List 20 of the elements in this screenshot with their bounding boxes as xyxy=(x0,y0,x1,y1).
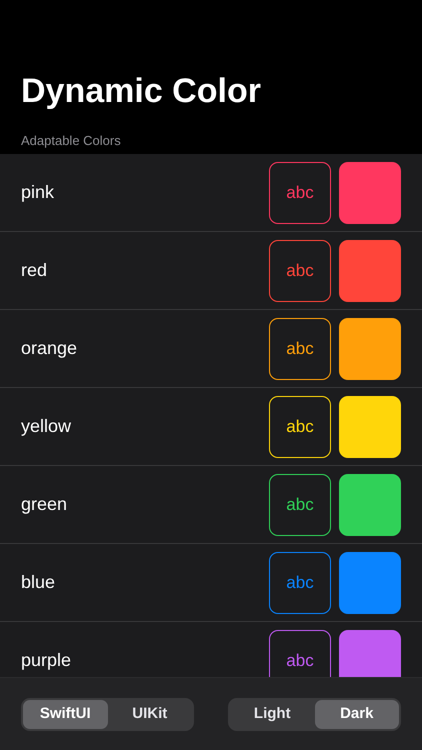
color-name: green xyxy=(21,493,68,516)
segment-tab[interactable]: Light xyxy=(230,700,314,728)
sample-text: abc xyxy=(286,650,314,672)
sample-text: abc xyxy=(286,572,314,594)
sample-text: abc xyxy=(286,416,314,438)
color-name: pink xyxy=(21,181,56,204)
sample-text: abc xyxy=(286,338,314,360)
sample-text: abc xyxy=(286,494,314,516)
color-name: blue xyxy=(21,571,56,594)
page-title: Dynamic Color xyxy=(21,71,262,111)
segment-tab[interactable]: SwiftUI xyxy=(23,700,108,728)
sample-text: abc xyxy=(286,260,314,282)
color-name: yellow xyxy=(21,415,72,438)
color-name: orange xyxy=(21,337,78,360)
color-name: red xyxy=(21,259,48,282)
segment-tab[interactable]: Dark xyxy=(314,700,399,728)
section-header: Adaptable Colors xyxy=(21,132,122,150)
color-name: purple xyxy=(21,649,72,672)
segment-tab[interactable]: UIKit xyxy=(108,700,192,728)
sample-text: abc xyxy=(286,182,314,204)
